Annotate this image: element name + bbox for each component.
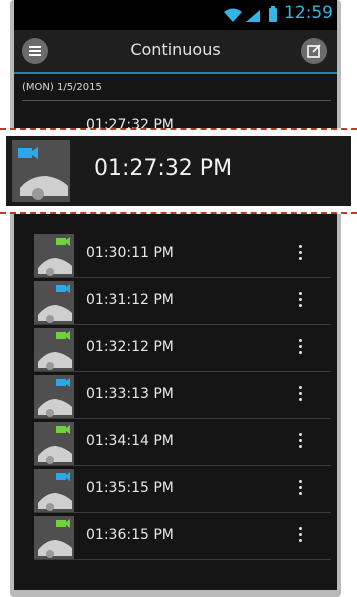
divider: [34, 324, 331, 325]
battery-icon: [269, 6, 277, 22]
more-options-icon[interactable]: [297, 383, 303, 409]
divider: [34, 277, 331, 278]
dashed-border: [0, 128, 357, 130]
camera-icon: [18, 147, 68, 200]
divider: [34, 559, 331, 560]
edit-icon: [307, 44, 321, 58]
more-options-icon[interactable]: [297, 430, 303, 456]
recording-time: 01:32:12 PM: [86, 339, 174, 355]
recording-time: 01:34:14 PM: [86, 433, 174, 449]
list-item[interactable]: 01:30:11 PM: [14, 232, 337, 278]
divider: [34, 371, 331, 372]
signal-icon: [246, 10, 260, 22]
recording-time: 01:35:15 PM: [86, 480, 174, 496]
divider: [34, 465, 331, 466]
status-bar: 12:59: [14, 0, 337, 30]
camera-icon: [38, 519, 72, 558]
list-item[interactable]: 01:32:12 PM: [14, 326, 337, 372]
recording-time: 01:31:12 PM: [86, 292, 174, 308]
camera-icon: [38, 331, 72, 370]
highlighted-time: 01:27:32 PM: [94, 156, 233, 181]
more-options-icon[interactable]: [297, 289, 303, 315]
list-item[interactable]: 01:31:12 PM: [14, 279, 337, 325]
highlight-callout: 01:27:32 PM: [0, 128, 357, 214]
car-camera-thumbnail: [34, 422, 74, 466]
wifi-icon: [224, 8, 242, 22]
car-camera-thumbnail: [34, 328, 74, 372]
car-camera-thumbnail: [34, 375, 74, 419]
list-item[interactable]: 01:34:14 PM: [14, 420, 337, 466]
list-item[interactable]: 01:35:15 PM: [14, 467, 337, 513]
more-options-icon[interactable]: [297, 477, 303, 503]
camera-icon: [38, 425, 72, 464]
edit-button[interactable]: [301, 38, 327, 64]
dashed-border: [0, 212, 357, 214]
camera-icon: [38, 284, 72, 323]
phone-screen: 12:59 Continuous (MON) 1/5/2015 01:27:32…: [14, 0, 337, 590]
more-options-icon[interactable]: [297, 524, 303, 550]
date-header: (MON) 1/5/2015: [22, 82, 102, 93]
recording-time: 01:33:13 PM: [86, 386, 174, 402]
camera-icon: [38, 237, 72, 276]
more-options-icon[interactable]: [297, 242, 303, 268]
car-camera-thumbnail: [34, 234, 74, 278]
car-camera-thumbnail: [34, 281, 74, 325]
recording-time: 01:30:11 PM: [86, 245, 174, 261]
status-time: 12:59: [284, 3, 333, 23]
divider: [34, 418, 331, 419]
divider: [34, 512, 331, 513]
highlighted-recording-row[interactable]: 01:27:32 PM: [6, 136, 351, 206]
camera-icon: [38, 472, 72, 511]
car-camera-thumbnail: [34, 469, 74, 513]
divider: [22, 100, 331, 101]
recording-time: 01:36:15 PM: [86, 527, 174, 543]
list-item[interactable]: 01:33:13 PM: [14, 373, 337, 419]
app-bar: Continuous: [14, 30, 337, 74]
list-item[interactable]: 01:36:15 PM: [14, 514, 337, 560]
car-camera-thumbnail: [34, 516, 74, 560]
more-options-icon[interactable]: [297, 336, 303, 362]
page-title: Continuous: [130, 40, 221, 59]
camera-icon: [38, 378, 72, 417]
car-camera-thumbnail: [12, 140, 70, 202]
